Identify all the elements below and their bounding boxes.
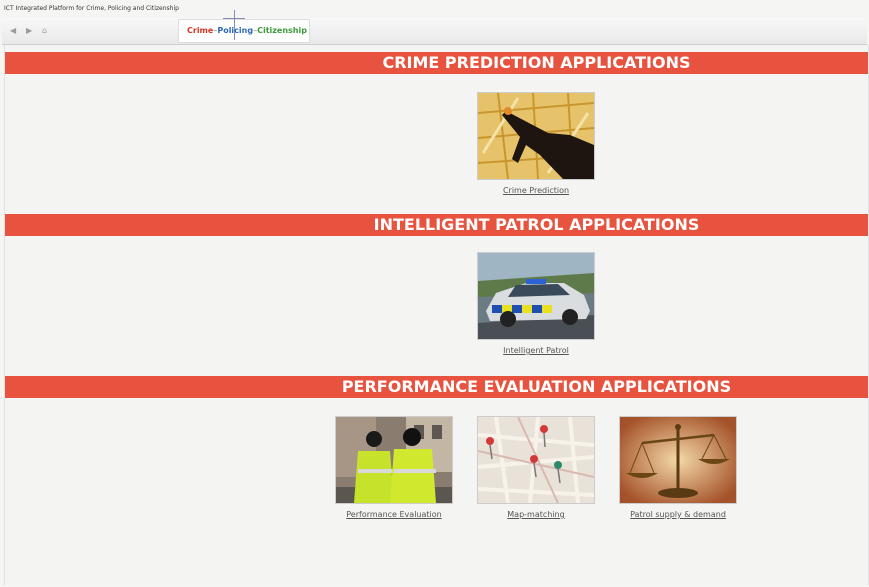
hand-on-map-image[interactable] (477, 92, 595, 180)
app-tile-map-matching[interactable]: Map-matching (477, 416, 595, 519)
app-link-patrol-supply-demand[interactable]: Patrol supply & demand (619, 510, 737, 519)
scales-image[interactable] (619, 416, 737, 504)
logo-text: Crime–Policing–Citizenship (187, 26, 307, 36)
logo-cross-bar (223, 18, 245, 19)
app-tile-intelligent-patrol[interactable]: Intelligent Patrol (477, 252, 595, 355)
app-link-performance-evaluation[interactable]: Performance Evaluation (335, 510, 453, 519)
browser-toolbar: ◀ ▶ ⌂ (2, 18, 867, 45)
back-button-icon[interactable]: ◀ (10, 26, 16, 36)
map-pins-image[interactable] (477, 416, 595, 504)
police-car-image[interactable] (477, 252, 595, 340)
police-officers-image[interactable] (335, 416, 453, 504)
forward-button-icon[interactable]: ▶ (26, 26, 32, 36)
logo-text-citizenship: Citizenship (257, 26, 307, 35)
app-link-crime-prediction[interactable]: Crime Prediction (477, 186, 595, 195)
section-heading-performance-evaluation: PERFORMANCE EVALUATION APPLICATIONS (5, 376, 868, 398)
window-title: ICT Integrated Platform for Crime, Polic… (4, 5, 179, 12)
section-heading-crime-prediction: CRIME PREDICTION APPLICATIONS (5, 52, 868, 74)
logo-text-policing: Policing (217, 26, 254, 35)
app-link-intelligent-patrol[interactable]: Intelligent Patrol (477, 346, 595, 355)
logo-text-crime: Crime (187, 26, 214, 35)
app-tile-patrol-supply-demand[interactable]: Patrol supply & demand (619, 416, 737, 519)
main-content: CRIME PREDICTION APPLICATIONS Crime Pred… (4, 45, 869, 585)
app-tile-crime-prediction[interactable]: Crime Prediction (477, 92, 595, 195)
section-heading-intelligent-patrol: INTELLIGENT PATROL APPLICATIONS (5, 214, 868, 236)
app-link-map-matching[interactable]: Map-matching (477, 510, 595, 519)
home-button-icon[interactable]: ⌂ (42, 26, 47, 36)
app-tile-performance-evaluation[interactable]: Performance Evaluation (335, 416, 453, 519)
platform-logo: Crime–Policing–Citizenship (178, 10, 310, 43)
